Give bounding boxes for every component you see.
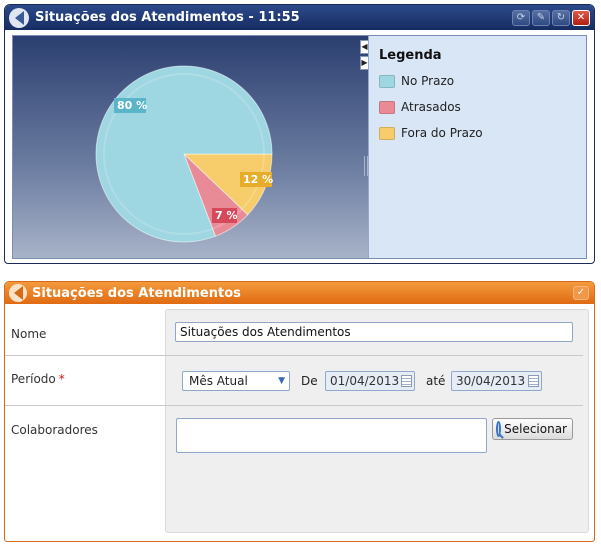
refresh-icon[interactable]: ⟳ [512,9,530,26]
legend-item-fora-do-prazo[interactable]: Fora do Prazo [379,126,483,140]
pie-chart: 80 % 7 % 12 % [95,65,273,243]
legend-label: Atrasados [401,100,461,114]
de-label: De [301,374,318,388]
data-label-atrasados: 7 % [215,209,238,222]
chart-window-titlebar[interactable]: Situações dos Atendimentos - 11:55 ⟳ ✎ ↻… [5,5,594,30]
periodo-select[interactable]: Mês Atual ▼ [182,371,290,391]
nome-input[interactable]: Situações dos Atendimentos [175,322,573,342]
reload-icon[interactable]: ↻ [552,9,570,26]
required-marker: * [58,372,65,386]
calendar-icon[interactable] [401,375,412,387]
pencil-icon[interactable]: ✎ [532,9,550,26]
search-icon [496,421,502,437]
form-window-title: Situações dos Atendimentos [32,285,241,301]
legend: Legenda No Prazo Atrasados Fora do Prazo [368,36,586,258]
data-label-fora-do-prazo: 12 % [243,173,273,186]
legend-swatch [379,74,395,88]
colaboradores-label: Colaboradores [11,423,98,437]
row-divider [5,355,583,356]
chart-window: Situações dos Atendimentos - 11:55 ⟳ ✎ ↻… [4,4,595,264]
selecionar-button-label: Selecionar [504,422,567,436]
legend-label: No Prazo [401,74,455,88]
date-from-value: 01/04/2013 [330,374,400,388]
date-to-value: 30/04/2013 [456,374,526,388]
confirm-check-icon[interactable]: ✓ [573,286,589,300]
legend-label: Fora do Prazo [401,126,483,140]
window-controls: ⟳ ✎ ↻ ✕ [512,9,594,26]
date-from-input[interactable]: 01/04/2013 [325,371,415,391]
legend-item-atrasados[interactable]: Atrasados [379,100,461,114]
app-logo-icon [9,284,27,302]
row-divider [5,405,583,406]
close-icon[interactable]: ✕ [572,9,590,26]
ate-label: até [426,374,446,388]
legend-item-no-prazo[interactable]: No Prazo [379,74,454,88]
legend-title: Legenda [379,48,442,63]
legend-swatch [379,126,395,140]
periodo-select-value: Mês Atual [189,374,248,388]
chevron-down-icon: ▼ [278,376,285,386]
periodo-label: Período * [11,372,65,386]
chart-panel: 80 % 7 % 12 % ◀ ▶ Legenda No Prazo Atrasad… [12,35,587,259]
form-window-titlebar[interactable]: Situações dos Atendimentos ✓ [5,282,594,304]
date-to-input[interactable]: 30/04/2013 [451,371,542,391]
nome-label: Nome [11,327,47,341]
chart-window-title: Situações dos Atendimentos - 11:55 [35,10,300,25]
form-window: Situações dos Atendimentos ✓ Nome Situaç… [4,281,595,542]
data-label-no-prazo: 80 % [117,99,147,112]
calendar-icon[interactable] [528,375,539,387]
selecionar-button[interactable]: Selecionar [492,418,573,440]
legend-swatch [379,100,395,114]
app-logo-icon [9,7,29,28]
periodo-label-text: Período [11,372,56,386]
chart-area: 80 % 7 % 12 % [13,36,368,258]
colaboradores-input[interactable] [176,418,487,453]
